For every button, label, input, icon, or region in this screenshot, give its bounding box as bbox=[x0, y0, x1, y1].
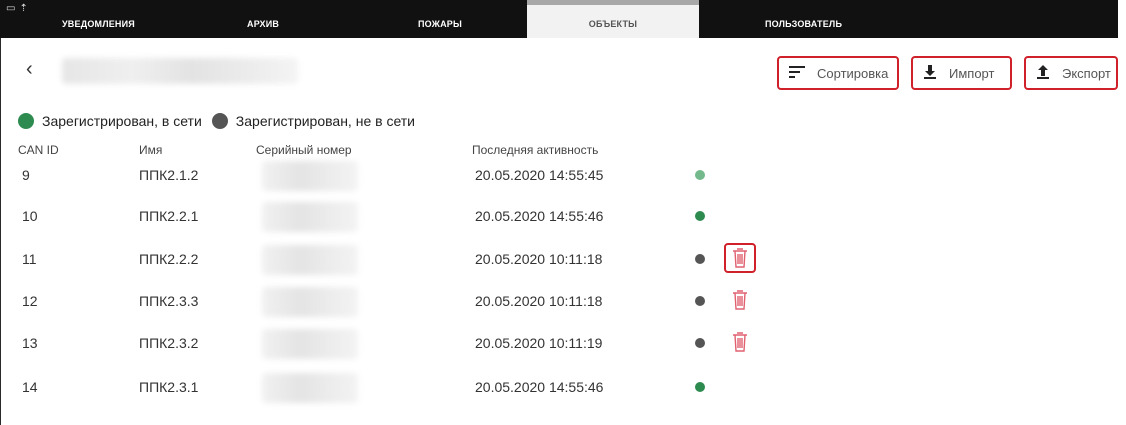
back-button[interactable]: ‹ bbox=[26, 58, 46, 80]
offline-legend-dot bbox=[211, 113, 228, 129]
can-id-cell: 11 bbox=[22, 251, 37, 267]
offline-status-dot bbox=[695, 254, 705, 264]
name-cell: ППК2.1.2 bbox=[139, 167, 199, 183]
tab-archive[interactable]: АРХИВ bbox=[247, 0, 279, 38]
tab-fires[interactable]: ПОЖАРЫ bbox=[418, 0, 462, 38]
import-label: Импорт bbox=[949, 65, 995, 81]
window-icon: ▭ bbox=[6, 3, 16, 14]
name-cell: ППК2.3.3 bbox=[139, 293, 199, 309]
status-legend: Зарегистрирован, в сети Зарегистрирован,… bbox=[18, 113, 415, 129]
tab-user[interactable]: ПОЛЬЗОВАТЕЛЬ bbox=[765, 0, 842, 38]
table-row[interactable]: 14 ППК2.3.1 20.05.2020 14:55:46 bbox=[0, 373, 1118, 413]
table-row[interactable]: 10 ППК2.2.1 20.05.2020 14:55:46 bbox=[0, 202, 1118, 242]
column-header-activity: Последняя активность bbox=[472, 143, 599, 157]
column-header-serial: Серийный номер bbox=[256, 143, 352, 157]
can-id-cell: 14 bbox=[22, 379, 38, 395]
name-cell: ППК2.2.1 bbox=[139, 208, 199, 224]
online-legend-dot bbox=[18, 113, 34, 129]
tab-objects[interactable]: ОБЪЕКТЫ bbox=[527, 0, 699, 38]
online-status-dot bbox=[695, 382, 705, 392]
upload-icon bbox=[1036, 64, 1050, 82]
blurred-object-title bbox=[62, 58, 298, 84]
export-button[interactable]: Экспорт bbox=[1024, 56, 1118, 90]
can-id-cell: 13 bbox=[22, 335, 38, 351]
table-row[interactable]: 11 ППК2.2.2 20.05.2020 10:11:18 bbox=[0, 243, 1118, 285]
delete-button[interactable] bbox=[724, 285, 756, 315]
column-header-can-id: CAN ID bbox=[18, 143, 59, 157]
trash-icon bbox=[733, 332, 747, 352]
table-row[interactable]: 12 ППК2.3.3 20.05.2020 10:11:18 bbox=[0, 287, 1118, 327]
activity-cell: 20.05.2020 14:55:46 bbox=[475, 379, 604, 395]
name-cell: ППК2.3.1 bbox=[139, 379, 199, 395]
top-tab-bar: ▭ ⇡ УВЕДОМЛЕНИЯ АРХИВ ПОЖАРЫ ОБЪЕКТЫ ПОЛЬ… bbox=[0, 0, 1118, 38]
sort-icon bbox=[789, 65, 805, 81]
import-button[interactable]: Импорт bbox=[911, 56, 1012, 90]
can-id-cell: 12 bbox=[22, 293, 38, 309]
online-status-dot bbox=[695, 211, 705, 221]
blurred-serial-cell bbox=[262, 329, 358, 359]
trash-icon bbox=[733, 290, 747, 310]
name-cell: ППК2.2.2 bbox=[139, 251, 199, 267]
activity-cell: 20.05.2020 10:11:18 bbox=[475, 293, 603, 309]
activity-cell: 20.05.2020 10:11:19 bbox=[475, 335, 603, 351]
download-icon bbox=[923, 64, 937, 82]
blurred-serial-cell bbox=[262, 202, 358, 232]
trash-icon bbox=[733, 248, 747, 268]
blurred-serial-cell bbox=[262, 161, 358, 191]
sort-button[interactable]: Сортировка bbox=[777, 56, 899, 90]
blurred-serial-cell bbox=[262, 373, 358, 403]
activity-cell: 20.05.2020 10:11:18 bbox=[475, 251, 603, 267]
online-status-dot bbox=[695, 170, 705, 180]
offline-status-dot bbox=[695, 338, 705, 348]
offline-status-dot bbox=[695, 296, 705, 306]
name-cell: ППК2.3.2 bbox=[139, 335, 199, 351]
chevron-left-icon: ‹ bbox=[26, 58, 33, 80]
column-header-name: Имя bbox=[139, 143, 163, 157]
export-label: Экспорт bbox=[1062, 65, 1111, 81]
activity-cell: 20.05.2020 14:55:46 bbox=[475, 208, 604, 224]
legend-offline-label: Зарегистрирован, не в сети bbox=[235, 113, 415, 129]
sort-label: Сортировка bbox=[817, 65, 889, 81]
table-row[interactable]: 9 ППК2.1.2 20.05.2020 14:55:45 bbox=[0, 161, 1118, 201]
legend-online-label: Зарегистрирован, в сети bbox=[42, 113, 202, 129]
delete-button[interactable] bbox=[724, 243, 756, 273]
upload-status-icon: ⇡ bbox=[19, 3, 28, 14]
tab-notifications[interactable]: УВЕДОМЛЕНИЯ bbox=[62, 0, 135, 38]
blurred-serial-cell bbox=[262, 245, 358, 275]
can-id-cell: 9 bbox=[22, 167, 30, 183]
system-status-icons: ▭ ⇡ bbox=[6, 3, 32, 14]
activity-cell: 20.05.2020 14:55:45 bbox=[475, 167, 604, 183]
can-id-cell: 10 bbox=[22, 208, 38, 224]
delete-button[interactable] bbox=[724, 327, 756, 357]
blurred-serial-cell bbox=[262, 287, 358, 317]
table-row[interactable]: 13 ППК2.3.2 20.05.2020 10:11:19 bbox=[0, 329, 1118, 369]
